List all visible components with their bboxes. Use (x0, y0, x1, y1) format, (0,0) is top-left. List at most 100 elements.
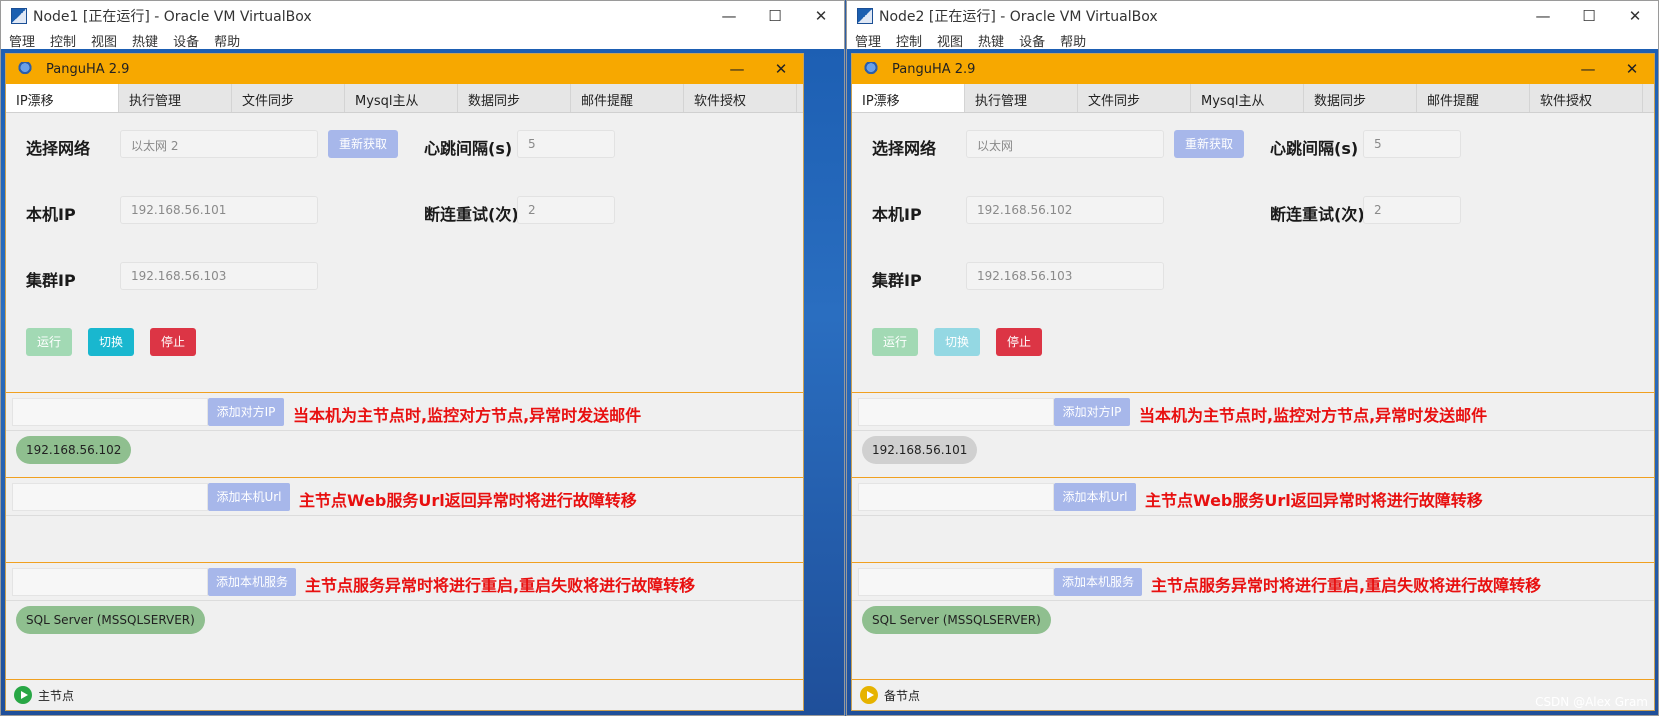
virtualbox-logo-icon (857, 8, 873, 24)
service-tag[interactable]: SQL Server (MSSQLSERVER) (16, 606, 205, 634)
app-title: PanguHA 2.9 (892, 61, 976, 77)
tab-mysql[interactable]: Mysql主从 (345, 84, 458, 112)
menu-devices[interactable]: 设备 (1019, 31, 1045, 50)
tab-data-sync[interactable]: 数据同步 (1304, 84, 1417, 112)
menu-help[interactable]: 帮助 (214, 31, 240, 50)
tab-mysql[interactable]: Mysql主从 (1191, 84, 1304, 112)
menu-help[interactable]: 帮助 (1060, 31, 1086, 50)
virtualbox-logo-icon (11, 8, 27, 24)
app-minimize-icon[interactable]: — (1566, 60, 1610, 78)
add-peer-ip-button[interactable]: 添加对方IP (1054, 398, 1130, 426)
network-select[interactable]: 以太网 (966, 130, 1164, 158)
service-input[interactable] (858, 568, 1054, 596)
menubar: 管理 控制 视图 热键 设备 帮助 (1, 31, 844, 50)
switch-button[interactable]: 切换 (934, 328, 980, 356)
tab-exec-manage[interactable]: 执行管理 (965, 84, 1078, 112)
url-input[interactable] (12, 483, 208, 511)
cluster-ip-label: 集群IP (26, 271, 76, 290)
tab-bar: IP漂移 执行管理 文件同步 Mysql主从 数据同步 邮件提醒 软件授权 (6, 84, 803, 113)
panguha-icon (18, 62, 32, 76)
tab-file-sync[interactable]: 文件同步 (232, 84, 345, 112)
menu-hotkey[interactable]: 热键 (132, 31, 158, 50)
retry-input[interactable]: 2 (517, 196, 615, 224)
peer-ip-tag[interactable]: 192.168.56.102 (16, 436, 132, 464)
menu-devices[interactable]: 设备 (173, 31, 199, 50)
menu-view[interactable]: 视图 (937, 31, 963, 50)
cluster-ip-label: 集群IP (872, 271, 922, 290)
cluster-ip-input[interactable]: 192.168.56.103 (966, 262, 1164, 290)
stop-button[interactable]: 停止 (150, 328, 196, 356)
switch-button[interactable]: 切换 (88, 328, 134, 356)
close-icon[interactable]: ✕ (1612, 7, 1658, 25)
url-input[interactable] (858, 483, 1054, 511)
stop-button[interactable]: 停止 (996, 328, 1042, 356)
retry-input[interactable]: 2 (1363, 196, 1461, 224)
maximize-icon[interactable]: ☐ (1566, 7, 1612, 25)
close-icon[interactable]: ✕ (798, 7, 844, 25)
menu-control[interactable]: 控制 (50, 31, 76, 50)
tab-ip-drift[interactable]: IP漂移 (852, 84, 965, 112)
url-note: 主节点Web服务Url返回异常时将进行故障转移 (299, 491, 637, 510)
peer-ip-note: 当本机为主节点时,监控对方节点,异常时发送邮件 (293, 406, 642, 425)
service-section: 添加本机服务 主节点服务异常时将进行重启,重启失败将进行故障转移 (852, 562, 1654, 601)
url-list (852, 515, 1654, 563)
run-button[interactable]: 运行 (872, 328, 918, 356)
tab-data-sync[interactable]: 数据同步 (458, 84, 571, 112)
service-input[interactable] (12, 568, 208, 596)
window-titlebar: Node2 [正在运行] - Oracle VM VirtualBox — ☐ … (847, 1, 1658, 31)
tab-file-sync[interactable]: 文件同步 (1078, 84, 1191, 112)
service-tag[interactable]: SQL Server (MSSQLSERVER) (862, 606, 1051, 634)
tab-email[interactable]: 邮件提醒 (1417, 84, 1530, 112)
run-button[interactable]: 运行 (26, 328, 72, 356)
virtualbox-window-node2: Node2 [正在运行] - Oracle VM VirtualBox — ☐ … (846, 0, 1659, 716)
tab-license[interactable]: 软件授权 (684, 84, 797, 112)
heartbeat-input[interactable]: 5 (517, 130, 615, 158)
app-close-icon[interactable]: ✕ (759, 60, 803, 78)
menu-control[interactable]: 控制 (896, 31, 922, 50)
add-service-button[interactable]: 添加本机服务 (1054, 568, 1142, 596)
url-section: 添加本机Url 主节点Web服务Url返回异常时将进行故障转移 (6, 477, 803, 516)
peer-ip-input[interactable] (858, 398, 1054, 426)
watermark: CSDN @Alex Gram (1535, 695, 1648, 709)
local-ip-input[interactable]: 192.168.56.102 (966, 196, 1164, 224)
menu-hotkey[interactable]: 热键 (978, 31, 1004, 50)
peer-ip-list: 192.168.56.102 (6, 430, 803, 478)
minimize-icon[interactable]: — (706, 7, 752, 25)
vm-display: PanguHA 2.9 — ✕ IP漂移 执行管理 文件同步 Mysql主从 数… (1, 49, 844, 715)
network-label: 选择网络 (872, 139, 937, 158)
menu-manage[interactable]: 管理 (855, 31, 881, 50)
minimize-icon[interactable]: — (1520, 7, 1566, 25)
peer-ip-section: 添加对方IP 当本机为主节点时,监控对方节点,异常时发送邮件 (852, 392, 1654, 431)
app-close-icon[interactable]: ✕ (1610, 60, 1654, 78)
add-peer-ip-button[interactable]: 添加对方IP (208, 398, 284, 426)
network-label: 选择网络 (26, 139, 91, 158)
cluster-ip-input[interactable]: 192.168.56.103 (120, 262, 318, 290)
tab-exec-manage[interactable]: 执行管理 (119, 84, 232, 112)
window-titlebar: Node1 [正在运行] - Oracle VM VirtualBox — ☐ … (1, 1, 844, 31)
heartbeat-label: 心跳间隔(s) (1270, 139, 1359, 158)
peer-ip-input[interactable] (12, 398, 208, 426)
heartbeat-input[interactable]: 5 (1363, 130, 1461, 158)
tab-email[interactable]: 邮件提醒 (571, 84, 684, 112)
network-select[interactable]: 以太网 2 (120, 130, 318, 158)
menu-view[interactable]: 视图 (91, 31, 117, 50)
refresh-button[interactable]: 重新获取 (1174, 130, 1244, 158)
app-titlebar: PanguHA 2.9 — ✕ (6, 54, 803, 84)
add-service-button[interactable]: 添加本机服务 (208, 568, 296, 596)
play-green-icon (14, 686, 32, 704)
menu-manage[interactable]: 管理 (9, 31, 35, 50)
peer-ip-tag[interactable]: 192.168.56.101 (862, 436, 978, 464)
service-list: SQL Server (MSSQLSERVER) (852, 600, 1654, 648)
service-note: 主节点服务异常时将进行重启,重启失败将进行故障转移 (305, 576, 696, 595)
maximize-icon[interactable]: ☐ (752, 7, 798, 25)
local-ip-input[interactable]: 192.168.56.101 (120, 196, 318, 224)
tab-ip-drift[interactable]: IP漂移 (6, 84, 119, 112)
service-list: SQL Server (MSSQLSERVER) (6, 600, 803, 648)
app-minimize-icon[interactable]: — (715, 60, 759, 78)
refresh-button[interactable]: 重新获取 (328, 130, 398, 158)
tab-license[interactable]: 软件授权 (1530, 84, 1643, 112)
add-url-button[interactable]: 添加本机Url (208, 483, 290, 511)
vm-display: PanguHA 2.9 — ✕ IP漂移 执行管理 文件同步 Mysql主从 数… (847, 49, 1658, 715)
peer-ip-section: 添加对方IP 当本机为主节点时,监控对方节点,异常时发送邮件 (6, 392, 803, 431)
add-url-button[interactable]: 添加本机Url (1054, 483, 1136, 511)
